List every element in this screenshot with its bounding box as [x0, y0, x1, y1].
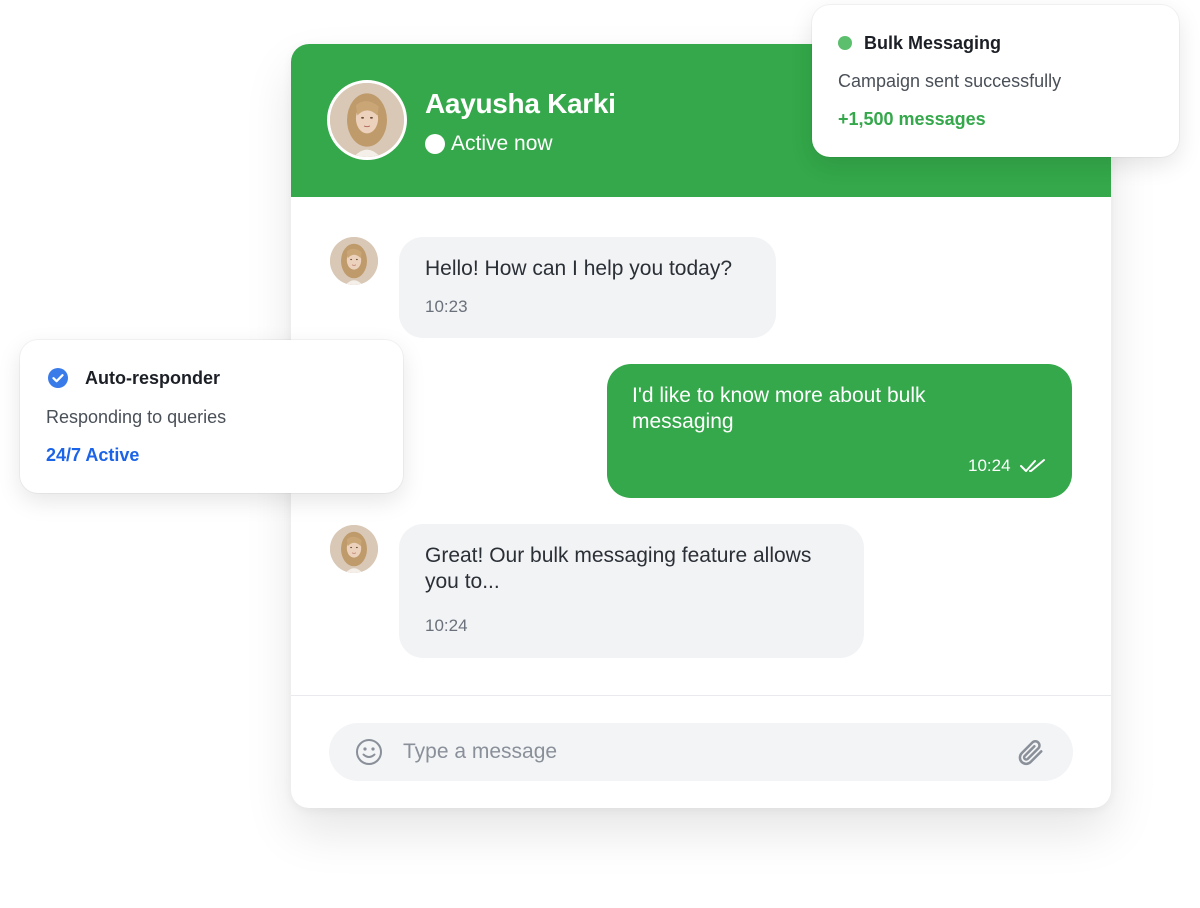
message-time: 10:23: [425, 297, 468, 316]
message-time: 10:24: [968, 456, 1011, 475]
message-text: I'd like to know more about bulk messagi…: [632, 384, 926, 433]
bulk-messaging-card: Bulk Messaging Campaign sent successfull…: [812, 5, 1179, 157]
message-input[interactable]: [403, 723, 993, 781]
emoji-icon[interactable]: [355, 738, 383, 766]
card-title: Bulk Messaging: [864, 33, 1002, 53]
message-time: 10:24: [425, 616, 468, 635]
message-avatar: [330, 237, 378, 285]
paperclip-icon[interactable]: [1015, 737, 1045, 767]
card-title: Auto-responder: [85, 368, 220, 388]
card-metric: 24/7 Active: [46, 445, 140, 465]
presence-status: Active now: [425, 132, 553, 156]
message-bubble-outgoing: I'd like to know more about bulk messagi…: [607, 364, 1072, 498]
message-text: Hello! How can I help you today?: [425, 257, 733, 280]
message-avatar: [330, 525, 378, 573]
status-dot-icon: [425, 134, 445, 154]
check-circle-icon: [48, 368, 68, 388]
composer-divider: [291, 695, 1111, 696]
contact-name: Aayusha Karki: [425, 88, 616, 119]
message-composer: [329, 723, 1073, 781]
card-metric: +1,500 messages: [838, 109, 986, 129]
message-bubble-incoming: Great! Our bulk messaging feature allows…: [399, 524, 864, 658]
double-check-icon: [1020, 459, 1045, 472]
status-dot-icon: [838, 36, 852, 50]
message-text: Great! Our bulk messaging feature allows…: [425, 544, 812, 593]
chat-window: Aayusha Karki Active now Hello! How can …: [291, 44, 1111, 808]
card-subtitle: Responding to queries: [46, 407, 227, 427]
contact-avatar[interactable]: [327, 80, 407, 160]
message-bubble-incoming: Hello! How can I help you today? 10:23: [399, 237, 776, 338]
status-text: Active now: [451, 132, 553, 155]
card-subtitle: Campaign sent successfully: [838, 71, 1062, 91]
auto-responder-card: Auto-responder Responding to queries 24/…: [20, 340, 403, 493]
